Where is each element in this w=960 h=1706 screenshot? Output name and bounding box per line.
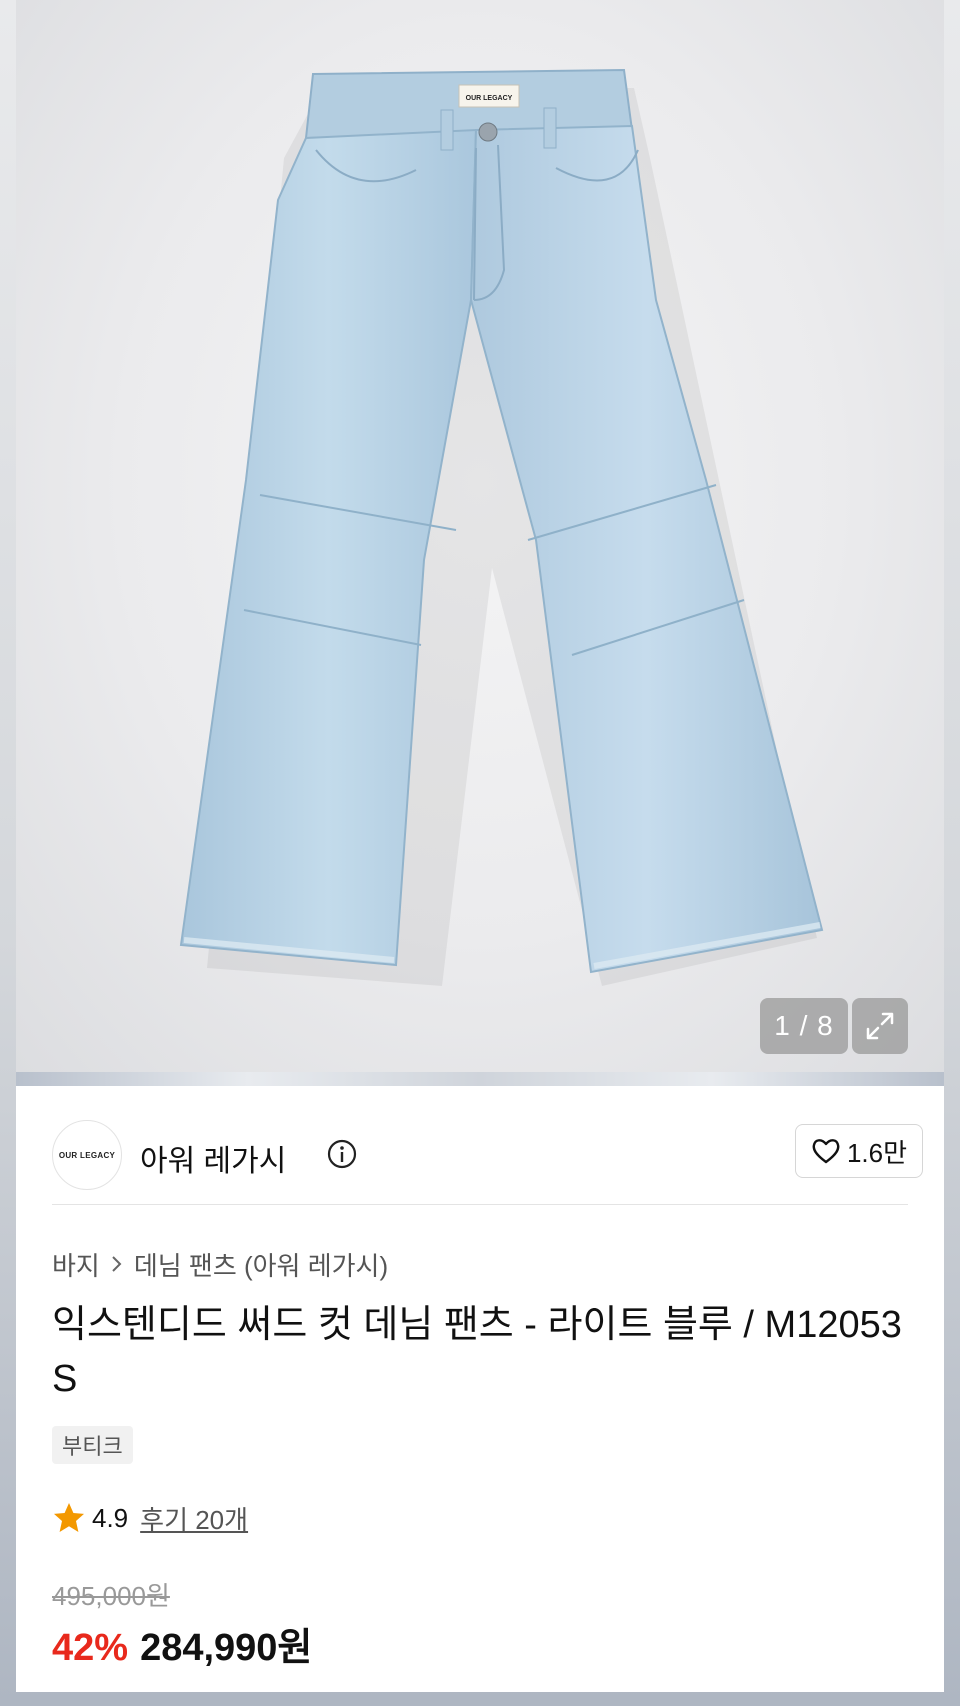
brand-like-button[interactable]: 1.6만 [795,1124,923,1178]
original-price: 495,000원 [52,1581,170,1611]
like-count: 1.6만 [846,1137,908,1168]
boutique-tag: 부티크 [52,1426,133,1464]
brand-row: OUR LEGACY 아워 레가시 1.6만 [52,1104,923,1204]
product-image: OUR LEGACY [179,68,824,986]
jeans-label-text: OUR LEGACY [466,95,513,102]
heart-outline-icon [812,1139,840,1164]
image-page-indicator: 1 / 8 [760,998,848,1054]
screen: OUR LEGACY 1 / 8 OUR LEGACY 아워 레가시 1.6만 … [0,0,960,1706]
price-row: 42% 284,990원 [52,1616,312,1671]
product-gallery[interactable]: OUR LEGACY 1 / 8 [16,0,944,1072]
info-circle-icon[interactable] [326,1138,358,1170]
star-icon [54,1503,84,1532]
brand-logo[interactable]: OUR LEGACY [52,1120,122,1190]
breadcrumb: 바지 데님 팬츠 (아워 레가시) [52,1244,388,1284]
brand-name[interactable]: 아워 레가시 [140,1136,286,1180]
discount-rate: 42% [52,1627,129,1669]
breadcrumb-category[interactable]: 바지 [52,1246,100,1283]
sale-price: 284,990원 [140,1627,313,1669]
brand-logo-text: OUR LEGACY [58,1150,116,1160]
rating-row: 4.9 후기 20개 [52,1498,248,1538]
expand-image-button[interactable] [852,998,908,1054]
product-info-card: OUR LEGACY 아워 레가시 1.6만 바지 데님 팬츠 (아워 레가시) [16,1086,944,1692]
divider [52,1204,908,1205]
expand-arrows-icon [866,1012,894,1040]
reviews-link[interactable]: 후기 20개 [140,1500,248,1537]
product-title: 익스텐디드 써드 컷 데님 팬츠 - 라이트 블루 / M12053S [52,1304,902,1400]
chevron-right-icon [110,1254,124,1274]
breadcrumb-subcategory[interactable]: 데님 팬츠 (아워 레가시) [134,1246,388,1283]
gallery-bottom-strip [16,1072,944,1086]
rating-value: 4.9 [92,1502,129,1533]
